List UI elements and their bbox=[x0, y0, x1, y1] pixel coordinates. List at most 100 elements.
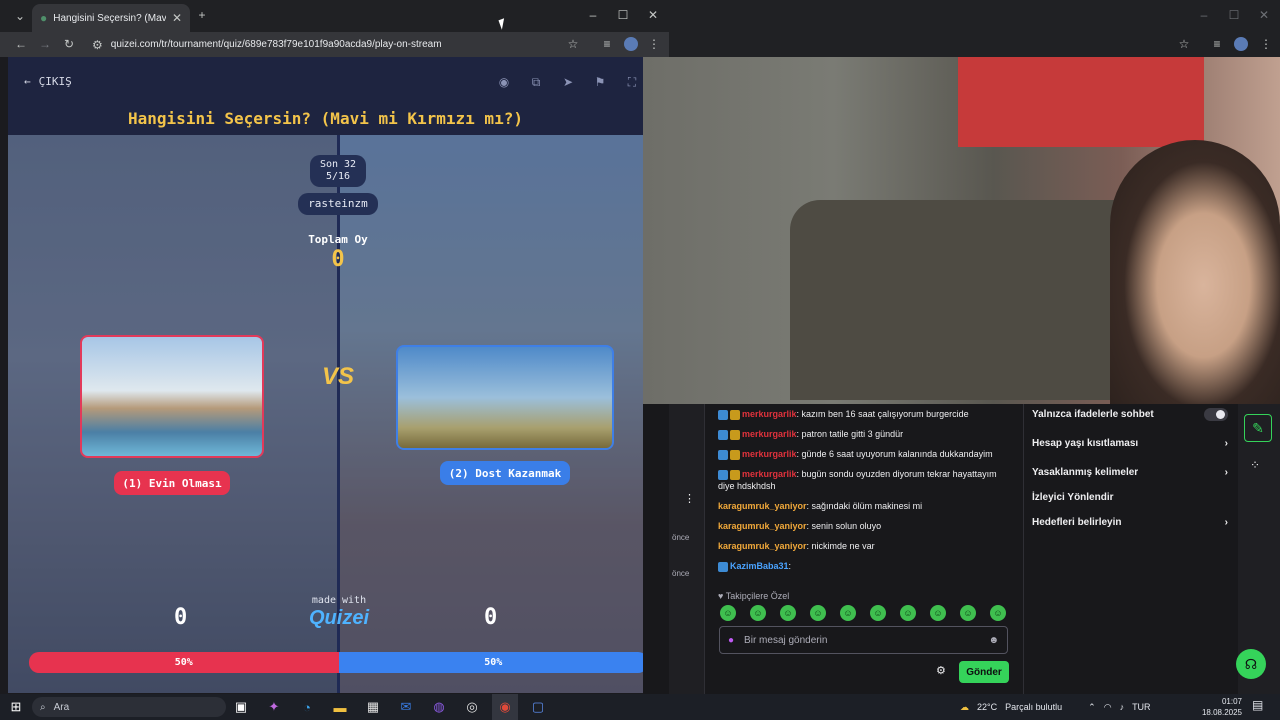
minimize-icon-2[interactable]: – bbox=[1198, 8, 1210, 22]
notification-icon[interactable]: ▤ bbox=[1252, 698, 1263, 712]
bookmark-star-icon-2[interactable]: ☆ bbox=[1177, 37, 1191, 51]
site-info-icon[interactable]: ⚙ bbox=[92, 38, 103, 52]
send-icon[interactable]: ➤ bbox=[557, 71, 579, 93]
emote-icon[interactable]: ☺ bbox=[750, 605, 766, 621]
close-window-icon-2[interactable]: ✕ bbox=[1258, 8, 1270, 22]
more-options-icon[interactable]: ⋮ bbox=[684, 492, 695, 505]
badge-icon[interactable] bbox=[718, 469, 728, 480]
option-right-button[interactable]: (2) Dost Kazanmak bbox=[440, 461, 570, 485]
chrome-icon[interactable]: ◉ bbox=[492, 694, 518, 720]
made-with-label: made with bbox=[311, 595, 367, 606]
setting-emote-only[interactable]: Yalnızca ifadelerle sohbet bbox=[1032, 408, 1228, 421]
badge-icon[interactable] bbox=[718, 561, 728, 572]
discord-icon[interactable]: ◍ bbox=[426, 694, 452, 720]
file-explorer-icon[interactable]: ▬ bbox=[327, 694, 353, 720]
eye-icon[interactable]: ◉ bbox=[493, 71, 515, 93]
back-icon[interactable]: ← bbox=[14, 37, 28, 51]
setting-raid-viewers[interactable]: İzleyici Yönlendir bbox=[1032, 492, 1228, 503]
emote-icon[interactable]: ☺ bbox=[990, 605, 1006, 621]
maximize-icon-2[interactable]: ☐ bbox=[1228, 8, 1240, 22]
option-left-image[interactable] bbox=[80, 335, 264, 458]
emoji-icon[interactable]: ☻ bbox=[988, 635, 999, 646]
edge-icon[interactable]: ◔ bbox=[294, 694, 320, 720]
language-indicator[interactable]: TUR bbox=[1132, 702, 1151, 712]
microphone-icon[interactable]: ● bbox=[728, 635, 734, 646]
new-tab-icon[interactable]: + bbox=[196, 8, 208, 22]
wrench-icon[interactable]: ✎ bbox=[1244, 414, 1272, 442]
app-icon[interactable]: ▢ bbox=[525, 694, 551, 720]
exit-button[interactable]: ← ÇIKIŞ bbox=[24, 75, 72, 88]
emote-icon[interactable]: ☺ bbox=[870, 605, 886, 621]
setting-banned-words[interactable]: Yasaklanmış kelimeler › bbox=[1032, 467, 1228, 478]
emote-icon[interactable]: ☺ bbox=[900, 605, 916, 621]
weather-temp[interactable]: 22°C bbox=[977, 702, 997, 712]
tab-search-icon[interactable]: ⌄ bbox=[12, 9, 28, 23]
emote-icon[interactable]: ☺ bbox=[780, 605, 796, 621]
menu-kebab-icon-2[interactable]: ⋮ bbox=[1260, 37, 1272, 51]
task-view-icon[interactable]: ▣ bbox=[228, 694, 254, 720]
chat-username[interactable]: karagumruk_yaniyor bbox=[718, 521, 807, 531]
emote-icon[interactable]: ☺ bbox=[960, 605, 976, 621]
badge-icon[interactable] bbox=[718, 409, 728, 420]
crown-badge-icon[interactable] bbox=[730, 449, 740, 460]
outlook-icon[interactable]: ✉ bbox=[393, 694, 419, 720]
setting-goals[interactable]: Hedefleri belirleyin › bbox=[1032, 517, 1228, 528]
obs-icon[interactable]: ◎ bbox=[459, 694, 485, 720]
forward-icon[interactable]: → bbox=[38, 37, 52, 51]
tray-up-icon[interactable]: ⌃ bbox=[1088, 702, 1096, 713]
bookmark-star-icon[interactable]: ☆ bbox=[566, 37, 580, 51]
share-icon[interactable]: ⧉ bbox=[525, 71, 547, 93]
profile-avatar[interactable] bbox=[624, 37, 638, 51]
taskbar-clock[interactable]: 01:07 18.08.2025 bbox=[1198, 696, 1242, 718]
wifi-icon[interactable]: ◠ bbox=[1104, 702, 1112, 713]
chat-input[interactable]: ● Bir mesaj gönderin ☻ bbox=[719, 626, 1008, 654]
chat-username[interactable]: merkurgarlik bbox=[742, 409, 797, 419]
windows-start-icon[interactable]: ⊞ bbox=[3, 694, 29, 720]
chat-username[interactable]: merkurgarlik bbox=[742, 449, 797, 459]
media-icon-2[interactable]: ≡ bbox=[1210, 37, 1224, 51]
close-window-icon[interactable]: ✕ bbox=[647, 8, 659, 22]
emote-icon[interactable]: ☺ bbox=[720, 605, 736, 621]
chat-username[interactable]: karagumruk_yaniyor bbox=[718, 541, 807, 551]
crown-badge-icon[interactable] bbox=[730, 429, 740, 440]
clock-date: 18.08.2025 bbox=[1201, 708, 1242, 717]
menu-kebab-icon[interactable]: ⋮ bbox=[648, 37, 660, 51]
time-label: önce bbox=[672, 533, 690, 542]
emote-icon[interactable]: ☺ bbox=[840, 605, 856, 621]
option-right-image[interactable] bbox=[396, 345, 614, 450]
fullscreen-icon[interactable]: ⛶ bbox=[621, 71, 643, 93]
option-left-button[interactable]: (1) Evin Olması bbox=[114, 471, 230, 495]
omnibox[interactable]: ⚙ quizei.com/tr/tournament/quiz/689e783f… bbox=[88, 35, 588, 54]
extensions-icon[interactable]: ⁘ bbox=[1250, 458, 1260, 472]
chat-username[interactable]: merkurgarlik bbox=[742, 469, 797, 479]
copilot-icon[interactable]: ✦ bbox=[261, 694, 287, 720]
chat-text: : patron tatile gitti 3 gündür bbox=[796, 429, 904, 439]
badge-icon[interactable] bbox=[718, 449, 728, 460]
setting-account-age[interactable]: Hesap yaşı kısıtlaması › bbox=[1032, 438, 1228, 449]
chat-settings-icon[interactable]: ⚙ bbox=[936, 664, 946, 677]
reload-icon[interactable]: ↻ bbox=[62, 37, 76, 51]
emote-icon[interactable]: ☺ bbox=[930, 605, 946, 621]
weather-desc[interactable]: Parçalı bulutlu bbox=[1005, 702, 1062, 712]
crown-badge-icon[interactable] bbox=[730, 469, 740, 480]
weather-icon[interactable]: ☁ bbox=[960, 702, 969, 713]
crown-badge-icon[interactable] bbox=[730, 409, 740, 420]
taskbar-search[interactable]: ⌕ Ara bbox=[32, 697, 226, 717]
close-tab-icon[interactable]: ✕ bbox=[172, 11, 182, 25]
chat-username[interactable]: KazimBaba31 bbox=[730, 561, 789, 571]
emote-only-toggle[interactable] bbox=[1204, 408, 1228, 421]
headset-icon[interactable]: ☊ bbox=[1236, 649, 1266, 679]
store-icon[interactable]: ▦ bbox=[360, 694, 386, 720]
emote-icon[interactable]: ☺ bbox=[810, 605, 826, 621]
chat-username[interactable]: karagumruk_yaniyor bbox=[718, 501, 807, 511]
badge-icon[interactable] bbox=[718, 429, 728, 440]
chat-username[interactable]: merkurgarlik bbox=[742, 429, 797, 439]
volume-icon[interactable]: ♪ bbox=[1120, 702, 1125, 712]
minimize-icon[interactable]: – bbox=[587, 8, 599, 22]
media-icon[interactable]: ≡ bbox=[600, 37, 614, 51]
flag-icon[interactable]: ⚑ bbox=[589, 71, 611, 93]
browser-tab[interactable]: ● Hangisini Seçersin? (Mavi mi Kı ✕ bbox=[32, 4, 190, 32]
profile-avatar-2[interactable] bbox=[1234, 37, 1248, 51]
maximize-icon[interactable]: ☐ bbox=[617, 8, 629, 22]
send-button[interactable]: Gönder bbox=[959, 661, 1009, 683]
